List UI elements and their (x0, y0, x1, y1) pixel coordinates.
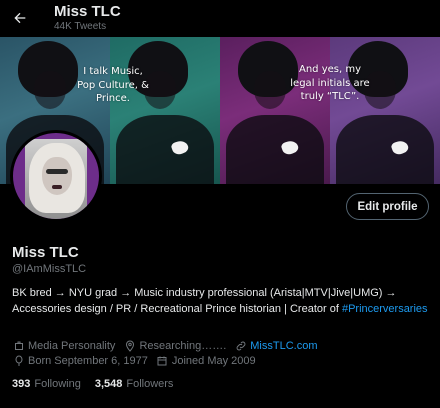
birthday-item: Born September 6, 1977 (12, 354, 148, 367)
bio-hashtag-link[interactable]: #Princerversaries (342, 303, 428, 315)
banner-caption-right: And yes, my legal initials are truly “TL… (290, 64, 370, 102)
following-label: Following (34, 378, 81, 390)
category-text: Media Personality (28, 339, 116, 352)
calendar-icon (156, 354, 169, 367)
follow-stats: 393 Following 3,548 Followers (12, 378, 187, 390)
profile-meta-row: Media Personality Researching……. MissTLC… (12, 339, 326, 352)
followers-count: 3,548 (94, 378, 123, 390)
profile-bio: BK bred → NYU grad → Music industry prof… (12, 286, 432, 317)
banner-panel (110, 37, 220, 184)
following-count: 393 (12, 378, 31, 390)
category-item: Media Personality (12, 339, 115, 352)
joined-text: Joined May 2009 (171, 354, 256, 367)
balloon-icon (12, 354, 25, 367)
joined-item: Joined May 2009 (156, 354, 256, 367)
location-item: Researching……. (123, 339, 226, 352)
location-pin-icon (123, 339, 136, 352)
location-text: Researching……. (139, 339, 227, 352)
born-text: Born September 6, 1977 (28, 354, 148, 367)
profile-handle: @IAmMissTLC (12, 263, 87, 275)
briefcase-icon (12, 339, 25, 352)
top-bar: Miss TLC 44K Tweets (0, 0, 440, 37)
link-icon (234, 339, 247, 352)
tweet-count: 44K Tweets (54, 21, 107, 32)
back-arrow-icon (14, 12, 26, 24)
followers-label: Followers (126, 378, 174, 390)
website-link[interactable]: MissTLC.com (250, 340, 317, 352)
back-button[interactable] (10, 8, 30, 28)
banner-caption-left: I talk Music, Pop Culture, & Prince. (77, 66, 149, 104)
website-item: MissTLC.com (234, 339, 318, 352)
bio-text: BK bred → NYU grad → Music industry prof… (12, 287, 397, 315)
header-title: Miss TLC (54, 3, 121, 20)
avatar[interactable] (10, 130, 102, 222)
following-link[interactable]: 393 Following (12, 378, 81, 390)
edit-profile-button[interactable]: Edit profile (346, 193, 429, 220)
profile-name: Miss TLC (12, 244, 79, 261)
followers-link[interactable]: 3,548 Followers (95, 378, 174, 390)
banner-panel (220, 37, 330, 184)
banner-panel (330, 37, 440, 184)
profile-meta-row: Born September 6, 1977 Joined May 2009 (12, 354, 264, 367)
